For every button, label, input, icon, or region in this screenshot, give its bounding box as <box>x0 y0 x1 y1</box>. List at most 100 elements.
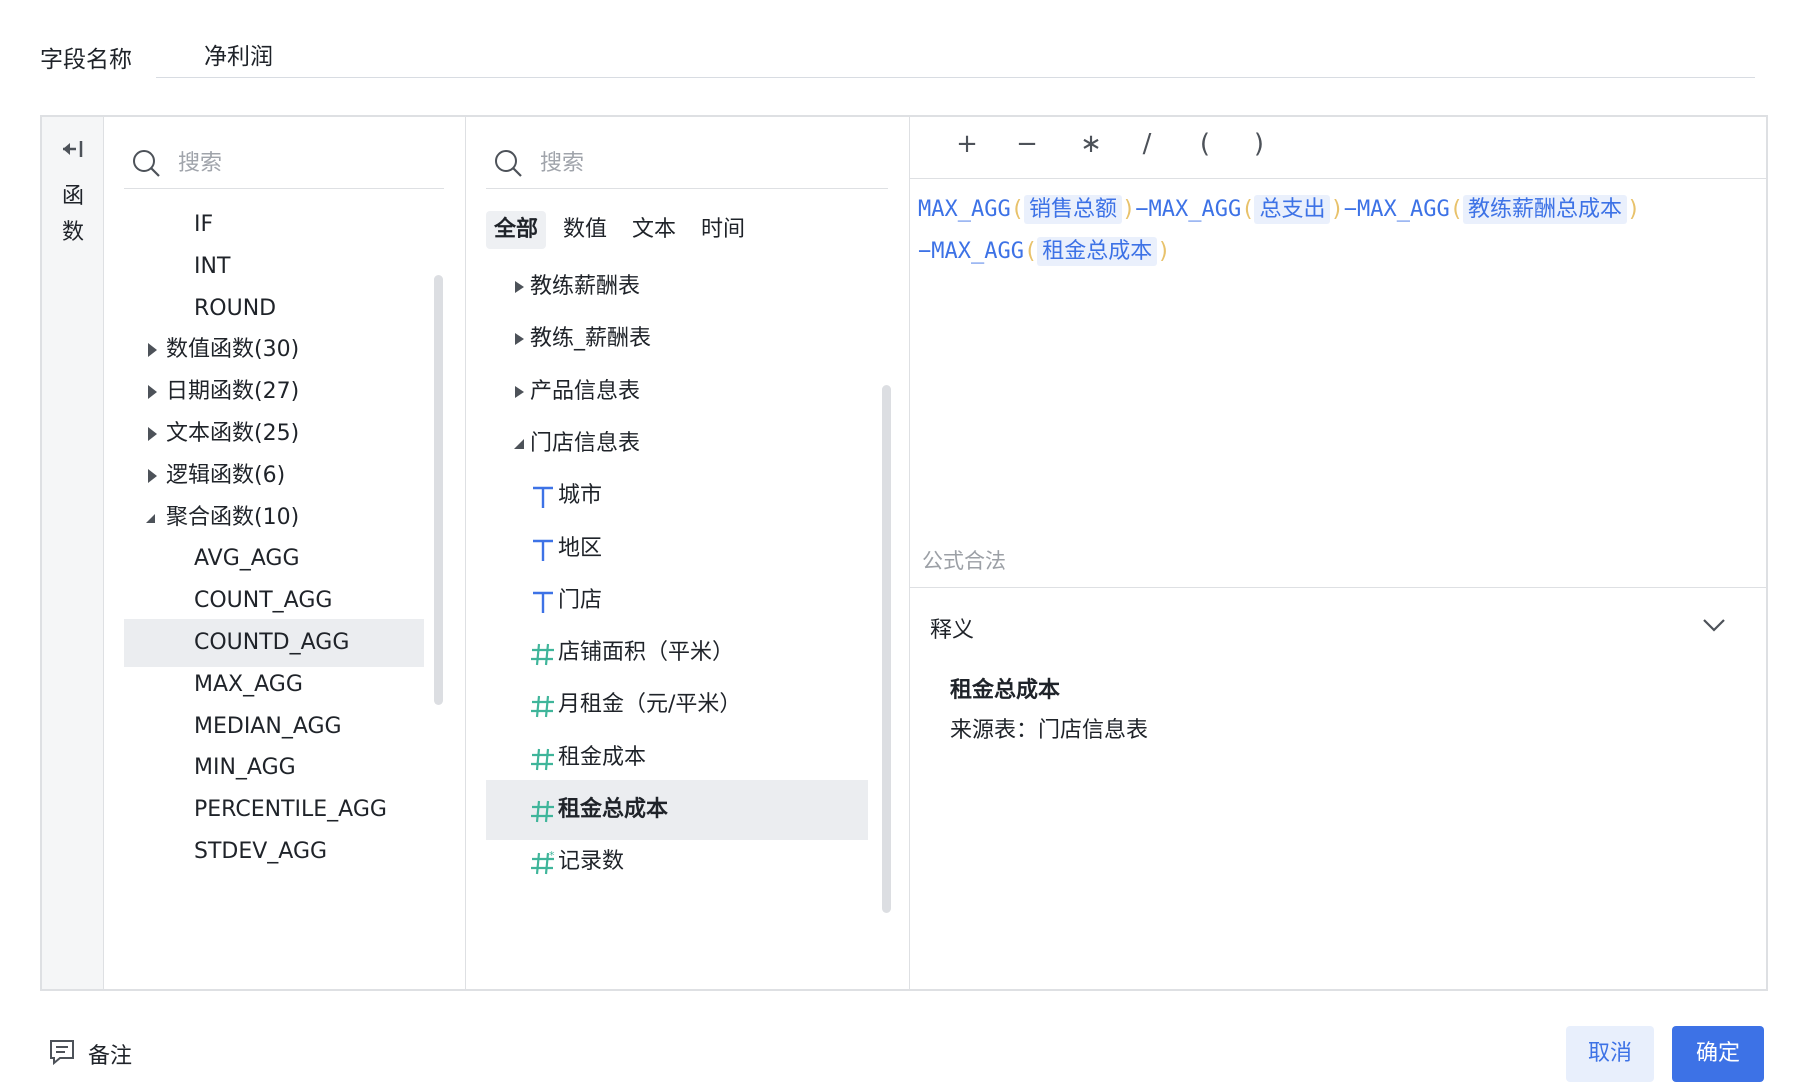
cancel-button[interactable]: 取消 <box>1566 1026 1654 1082</box>
formula-function: MAX_AGG <box>918 197 1011 222</box>
function-item[interactable]: INT <box>124 243 424 291</box>
function-item-label: PERCENTILE_AGG <box>194 797 387 823</box>
formula-paren: ) <box>1330 197 1344 222</box>
operator-button[interactable]: − <box>1012 129 1042 159</box>
formula-paren: ( <box>1010 197 1024 222</box>
comment-icon <box>50 1040 74 1066</box>
field-search <box>486 139 888 189</box>
count-type-icon: * <box>531 850 555 875</box>
field-item[interactable]: 租金总成本 <box>486 780 868 840</box>
function-scrollbar[interactable] <box>434 275 443 705</box>
formula-function: MAX_AGG <box>1356 197 1450 222</box>
formula-field-token[interactable]: 总支出 <box>1254 195 1331 224</box>
formula-paren: ) <box>1157 239 1171 264</box>
function-item[interactable]: MIN_AGG <box>124 744 424 792</box>
formula-expression[interactable]: MAX_AGG(销售总额)−MAX_AGG(总支出)−MAX_AGG(教练薪酬总… <box>918 189 1748 273</box>
formula-paren: ) <box>1626 197 1641 222</box>
function-item-label: MEDIAN_AGG <box>194 713 342 739</box>
function-search-input[interactable] <box>178 145 378 181</box>
tab-field-category[interactable]: 数值 <box>555 211 615 249</box>
caret-right-icon <box>148 385 157 400</box>
operator-button[interactable]: ) <box>1244 129 1274 159</box>
field-search-input[interactable] <box>540 145 740 181</box>
function-item-label: 文本函数(25) <box>166 421 300 446</box>
explanation-title: 释义 <box>930 618 975 643</box>
function-item-label: AVG_AGG <box>194 546 300 572</box>
field-item[interactable]: 月租金（元/平米） <box>486 675 868 735</box>
table-item[interactable]: 教练_薪酬表 <box>486 309 868 369</box>
field-item-label: 地区 <box>558 535 603 561</box>
text-type-icon <box>533 486 553 509</box>
function-search <box>124 139 444 189</box>
formula-operator: − <box>1135 197 1149 222</box>
explanation-source: 来源表：门店信息表 <box>950 718 1149 743</box>
function-group[interactable]: 数值函数(30) <box>124 326 424 374</box>
caret-right-icon <box>148 343 157 358</box>
field-item-label: 店铺面积（平米） <box>558 640 735 666</box>
caret-right-icon <box>515 281 524 293</box>
note-label: 备注 <box>88 1044 133 1069</box>
table-item[interactable]: 产品信息表 <box>486 362 868 422</box>
field-name-label: 字段名称 <box>40 47 132 73</box>
field-item-label: 城市 <box>558 483 603 509</box>
formula-operator: − <box>918 239 932 264</box>
function-group[interactable]: 日期函数(27) <box>124 368 424 416</box>
function-item[interactable]: COUNTD_AGG <box>124 619 424 667</box>
field-item[interactable]: 门店 <box>486 571 868 631</box>
caret-right-icon <box>148 468 157 483</box>
function-item[interactable]: MEDIAN_AGG <box>124 703 424 751</box>
operator-button[interactable]: ∗ <box>1076 129 1106 159</box>
function-item[interactable]: MAX_AGG <box>124 661 424 709</box>
formula-field-token[interactable]: 销售总额 <box>1023 195 1122 224</box>
field-name-row: 字段名称 <box>40 30 1755 80</box>
function-tab-label[interactable]: 函数 <box>57 179 89 251</box>
function-item-label: STDEV_AGG <box>194 839 328 864</box>
caret-down-icon <box>514 438 524 449</box>
field-item-label: 租金成本 <box>558 744 647 770</box>
confirm-button[interactable]: 确定 <box>1672 1026 1764 1082</box>
formula-function: MAX_AGG <box>1148 197 1242 222</box>
collapse-panel-icon[interactable] <box>60 139 84 159</box>
number-type-icon <box>531 800 554 823</box>
operator-button[interactable]: + <box>952 129 982 159</box>
function-item[interactable]: ROUND <box>124 285 424 333</box>
text-type-icon <box>533 539 553 561</box>
caret-right-icon <box>515 385 524 398</box>
function-item[interactable]: STDEV_AGG <box>124 828 424 876</box>
formula-operator: − <box>1343 197 1357 222</box>
function-group[interactable]: 逻辑函数(6) <box>124 452 424 500</box>
operator-button[interactable]: / <box>1132 129 1162 159</box>
field-scrollbar[interactable] <box>882 385 891 913</box>
table-item[interactable]: 教练薪酬表 <box>486 257 868 317</box>
field-item[interactable]: 地区 <box>486 519 868 579</box>
formula-field-token[interactable]: 租金总成本 <box>1037 237 1158 266</box>
tab-field-category[interactable]: 全部 <box>486 211 547 249</box>
operator-button[interactable]: ( <box>1190 129 1220 159</box>
function-item-label: MIN_AGG <box>194 755 296 781</box>
number-type-icon <box>531 643 554 666</box>
tab-field-category[interactable]: 时间 <box>693 211 753 249</box>
function-group[interactable]: 文本函数(25) <box>124 410 424 458</box>
field-item[interactable]: 店铺面积（平米） <box>486 623 868 683</box>
function-item[interactable]: IF <box>124 201 424 249</box>
function-item[interactable]: COUNT_AGG <box>124 577 424 625</box>
function-panel: IF INT ROUND 数值函数(30) 日期函数(27) 文本函数(25) 逻辑函数(6… <box>104 117 466 989</box>
field-item[interactable]: 租金成本 <box>486 728 868 788</box>
function-item[interactable]: PERCENTILE_AGG <box>124 786 424 834</box>
formula-paren: ( <box>1023 239 1038 264</box>
field-item[interactable]: * 记录数 <box>486 832 868 892</box>
chevron-down-icon[interactable] <box>1702 618 1726 632</box>
table-item-label: 门店信息表 <box>530 430 641 456</box>
function-group[interactable]: 聚合函数(10) <box>124 494 424 542</box>
function-item-label: COUNTD_AGG <box>194 630 350 655</box>
svg-text:*: * <box>549 850 555 862</box>
field-item[interactable]: 城市 <box>486 466 868 526</box>
formula-valid-status: 公式合法 <box>922 549 1006 573</box>
caret-right-icon <box>148 427 157 441</box>
formula-field-token[interactable]: 教练薪酬总成本 <box>1462 195 1627 224</box>
tab-field-category[interactable]: 文本 <box>624 211 684 249</box>
field-name-input[interactable] <box>156 30 1755 78</box>
table-item[interactable]: 门店信息表 <box>486 414 868 474</box>
function-item[interactable]: AVG_AGG <box>124 535 424 583</box>
function-item-label: INT <box>194 253 231 279</box>
